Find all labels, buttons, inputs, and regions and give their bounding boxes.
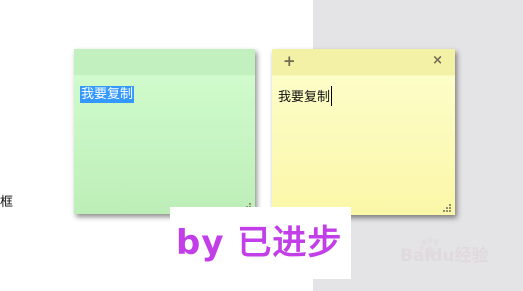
note-header[interactable]: [74, 49, 255, 75]
note-body[interactable]: 我要复制: [80, 86, 249, 204]
close-note-button[interactable]: ×: [432, 53, 443, 69]
baidu-logo: Baidu经验: [400, 236, 510, 276]
baidu-logo-text: Baidu经验: [400, 246, 489, 266]
selected-text[interactable]: 我要复制: [80, 86, 135, 103]
sticky-note-yellow[interactable]: + × 我要复制: [272, 49, 455, 215]
partial-text: 框: [0, 195, 14, 210]
sticky-note-green[interactable]: 我要复制: [74, 49, 255, 214]
add-note-button[interactable]: +: [283, 53, 296, 69]
note-body[interactable]: 我要复制: [278, 86, 449, 205]
resize-grip-icon[interactable]: [443, 204, 451, 212]
note-text[interactable]: 我要复制: [278, 90, 330, 105]
note-header[interactable]: + ×: [272, 49, 455, 75]
text-caret: [331, 86, 333, 106]
watermark-text: by 已进步: [176, 223, 343, 263]
watermark-box: by 已进步: [170, 207, 351, 279]
